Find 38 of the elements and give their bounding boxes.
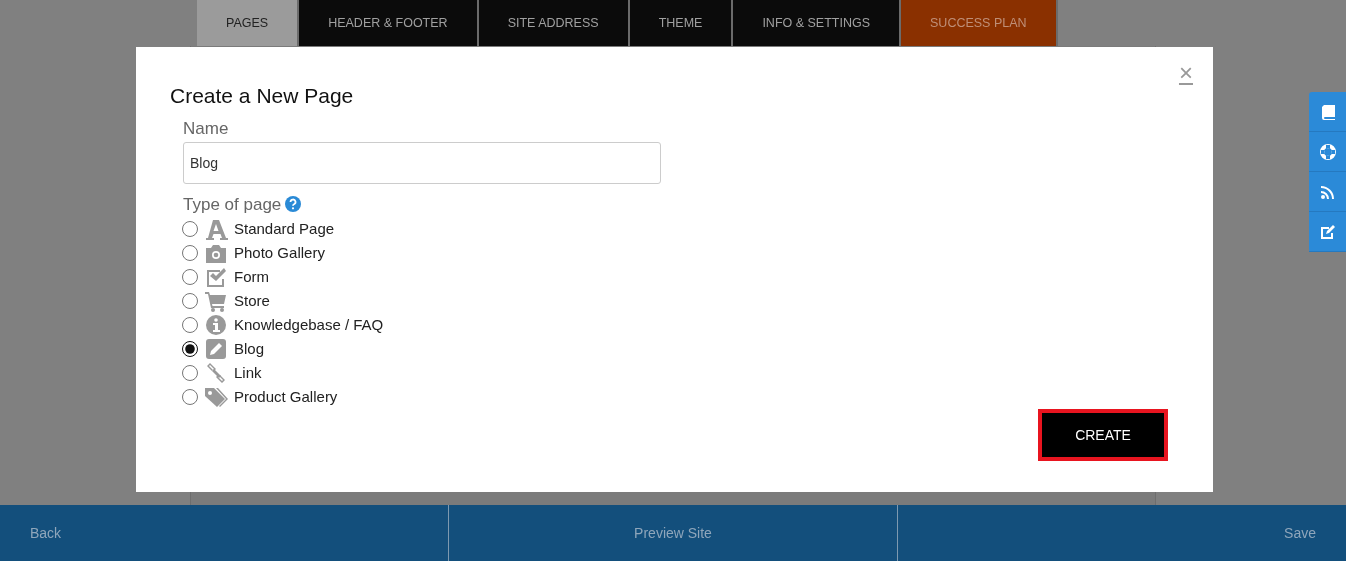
name-field[interactable]: Blog	[183, 141, 661, 184]
lifebuoy-icon	[1319, 143, 1336, 160]
pencil-icon	[204, 338, 228, 361]
field-label: Name	[183, 118, 230, 141]
field-label: Type of page	[183, 193, 282, 216]
tag-icon	[204, 386, 228, 409]
radio-button[interactable]	[182, 389, 198, 406]
tab[interactable]: SITE ADDRESS	[478, 0, 630, 46]
letter-icon	[204, 218, 228, 241]
edit-icon	[1319, 223, 1336, 240]
camera-icon	[204, 242, 228, 265]
radio-button[interactable]	[182, 245, 198, 262]
option-label[interactable]: Standard Page	[234, 217, 335, 241]
radio-button[interactable]	[182, 293, 198, 310]
option-label[interactable]: Blog	[234, 337, 265, 361]
info-icon	[204, 314, 228, 337]
radio-button[interactable]	[182, 269, 198, 286]
option-label[interactable]: Knowledgebase / FAQ	[234, 313, 384, 337]
option-label[interactable]: Link	[234, 361, 262, 385]
tab[interactable]: HEADER & FOOTER	[299, 0, 479, 46]
checkbox-icon	[204, 266, 228, 289]
option-label[interactable]: Product Gallery	[234, 385, 338, 409]
tab[interactable]: PAGES	[197, 0, 300, 46]
cart-icon	[204, 290, 228, 313]
book-icon	[1319, 103, 1336, 120]
rss-icon	[1319, 183, 1336, 200]
radio-button[interactable]	[182, 365, 198, 382]
tab[interactable]: THEME	[629, 0, 734, 46]
option-label[interactable]: Photo Gallery	[234, 241, 325, 265]
help-icon[interactable]	[285, 196, 302, 213]
option-label[interactable]: Store	[234, 289, 270, 313]
dialog-title: Create a New Page	[170, 83, 355, 109]
option-label[interactable]: Form	[234, 265, 269, 289]
radio-button[interactable]	[182, 341, 198, 358]
create-button[interactable]: CREATE	[1038, 409, 1168, 461]
radio-button[interactable]	[182, 317, 198, 334]
tab[interactable]: INFO & SETTINGS	[733, 0, 902, 46]
radio-button[interactable]	[182, 221, 198, 238]
